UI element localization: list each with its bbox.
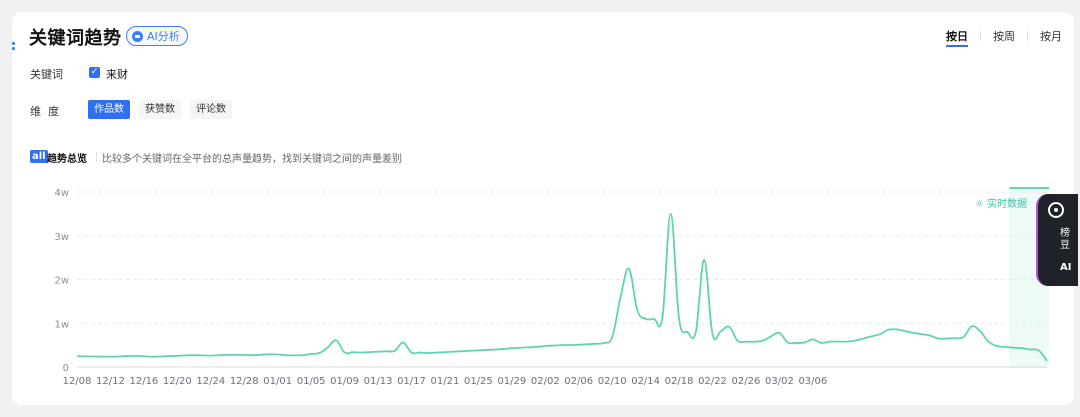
x-tick-label: 02/10 [598, 376, 627, 387]
x-tick-label: 01/09 [330, 376, 359, 387]
realtime-label: ☼ 实时数据 [975, 197, 1027, 210]
y-tick-label: 4w [54, 188, 69, 199]
x-tick-label: 01/05 [297, 376, 326, 387]
x-tick-label: 12/16 [129, 376, 158, 387]
x-tick-label: 01/13 [364, 376, 393, 387]
x-tick-label: 01/29 [497, 376, 526, 387]
x-tick-label: 12/24 [196, 376, 225, 387]
x-tick-label: 02/06 [564, 376, 593, 387]
keyword-trend-card: 关键词趋势 AI分析 按日 按周 按月 关键词 ✓ 来财 维 度 作品数 获赞数… [12, 12, 1074, 405]
x-tick-label: 02/26 [732, 376, 761, 387]
x-tick-label: 02/18 [665, 376, 694, 387]
x-tick-label: 12/08 [63, 376, 92, 387]
float-panel-text: 榜豆 [1060, 228, 1070, 251]
x-tick-label: 12/12 [96, 376, 125, 387]
x-tick-label: 01/21 [431, 376, 460, 387]
x-tick-label: 01/25 [464, 376, 493, 387]
x-tick-label: 03/06 [798, 376, 827, 387]
trend-line-chart: ☼ 实时数据 0 1w 2w 3w 4w 12/08 12/12 12/16 12/20 12/2… [54, 187, 1049, 387]
y-tick-label: 3w [54, 232, 69, 243]
float-panel-ai: AI [1060, 262, 1072, 273]
x-tick-label: 01/17 [397, 376, 426, 387]
x-tick-label: 03/02 [765, 376, 794, 387]
x-tick-label: 02/14 [631, 376, 660, 387]
eye-icon [1048, 202, 1064, 218]
y-tick-label: 0 [63, 363, 69, 374]
x-tick-label: 12/20 [163, 376, 192, 387]
floating-assistant-panel[interactable]: 榜豆 AI [1036, 194, 1078, 286]
x-tick-label: 02/02 [531, 376, 560, 387]
x-tick-label: 01/01 [263, 376, 292, 387]
y-tick-label: 2w [54, 276, 69, 287]
x-tick-label: 02/22 [698, 376, 727, 387]
y-tick-label: 1w [54, 319, 69, 330]
x-tick-label: 12/28 [230, 376, 259, 387]
